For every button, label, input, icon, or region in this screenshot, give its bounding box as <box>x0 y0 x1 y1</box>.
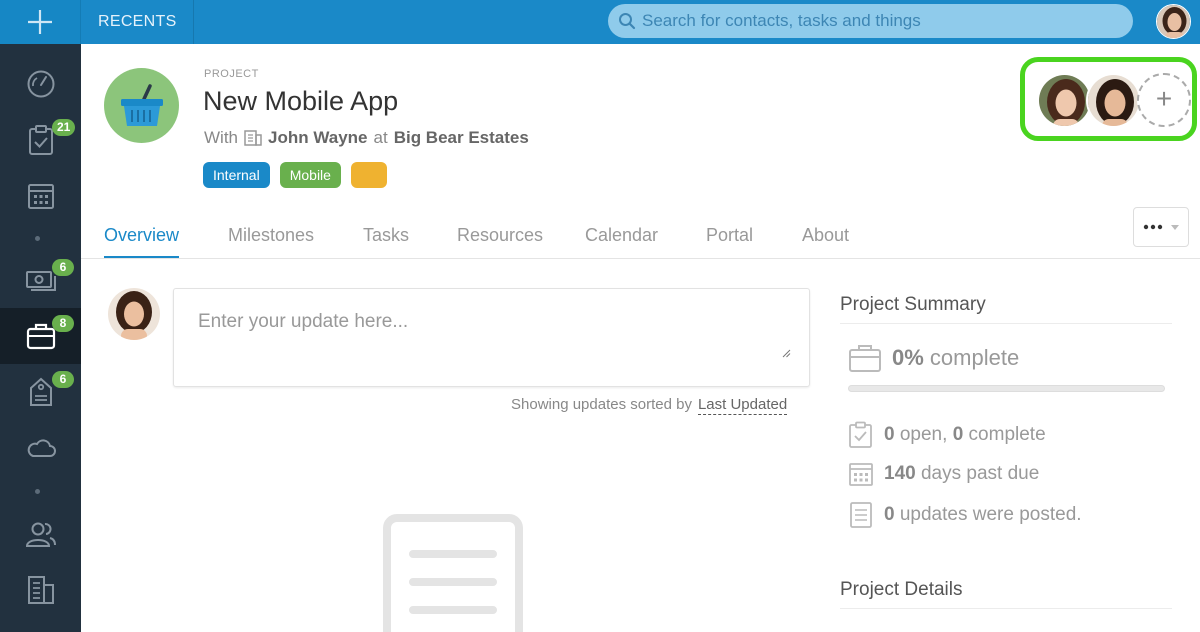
followers-group: + <box>1020 57 1197 141</box>
clipboard-check-icon <box>28 125 53 155</box>
due-stats: 140 days past due <box>848 461 1039 487</box>
basket-icon <box>120 83 163 126</box>
sort-dropdown[interactable]: Last Updated <box>697 396 788 415</box>
days-label: days past due <box>920 463 1040 484</box>
updates-count: 0 <box>884 504 895 525</box>
projects-badge: 8 <box>52 315 74 332</box>
people-icon <box>25 522 56 547</box>
gauge-icon <box>27 70 54 98</box>
search-input[interactable] <box>642 11 1122 31</box>
ellipsis-icon <box>1143 224 1163 230</box>
search-bar[interactable] <box>608 4 1133 38</box>
follower-photo <box>1088 75 1139 126</box>
current-user-avatar <box>108 288 160 340</box>
tab-resources[interactable]: Resources <box>457 225 543 256</box>
cloud-icon <box>27 439 56 457</box>
document-icon <box>850 502 872 528</box>
main-content: PROJECT New Mobile App With John Wayne a… <box>81 44 1200 632</box>
sidebar-item-contacts[interactable] <box>0 506 81 562</box>
tag-list: Internal Mobile <box>203 162 387 188</box>
tab-calendar[interactable]: Calendar <box>585 225 658 256</box>
plus-icon <box>28 10 52 34</box>
briefcase-icon <box>849 345 881 372</box>
sidebar-item-cloud[interactable] <box>0 420 81 476</box>
updates-label: updates were posted. <box>899 504 1082 525</box>
contact-card-icon <box>244 130 262 146</box>
completion-percent: 0% <box>892 345 924 370</box>
project-type-label: PROJECT <box>204 68 259 80</box>
task-stats: 0 open, 0 complete <box>848 421 1046 449</box>
caret-down-icon <box>1171 224 1179 230</box>
tab-portal[interactable]: Portal <box>706 225 753 256</box>
tab-milestones[interactable]: Milestones <box>228 225 314 256</box>
sidebar: 21 6 8 6 <box>0 44 81 632</box>
contact-link[interactable]: John Wayne <box>268 128 368 148</box>
user-photo <box>1157 5 1190 38</box>
follower-photo <box>1039 75 1090 126</box>
calendar-icon <box>27 184 54 209</box>
with-label: With <box>204 128 238 147</box>
tag-icon <box>29 377 52 406</box>
more-actions-button[interactable] <box>1133 207 1189 247</box>
project-details-heading: Project Details <box>840 579 963 600</box>
briefcase-icon <box>26 323 55 350</box>
recents-menu[interactable]: RECENTS <box>82 0 194 44</box>
top-bar: RECENTS <box>0 0 1200 44</box>
update-input[interactable] <box>174 289 809 386</box>
tag-unnamed[interactable] <box>350 162 387 188</box>
project-relations: With John Wayne at Big Bear Estates <box>204 128 529 148</box>
sidebar-item-tasks[interactable]: 21 <box>0 112 81 168</box>
opportunities-badge: 6 <box>52 259 74 276</box>
tab-bar: Overview Milestones Tasks Resources Cale… <box>81 209 1200 259</box>
empty-document-icon <box>383 514 523 632</box>
open-count: 0 <box>884 424 895 445</box>
completion-label: complete <box>929 345 1020 370</box>
tasks-badge: 21 <box>52 119 76 136</box>
follower-avatar[interactable] <box>1086 73 1141 128</box>
user-avatar[interactable] <box>1156 4 1191 39</box>
project-icon <box>104 68 179 143</box>
complete-label: complete <box>968 424 1046 445</box>
completion-status: 0% complete <box>848 343 1019 373</box>
sidebar-separator <box>35 489 40 494</box>
resize-grip-icon[interactable] <box>782 349 791 358</box>
progress-bar <box>848 385 1165 392</box>
complete-count: 0 <box>952 424 964 445</box>
tab-about[interactable]: About <box>802 225 849 256</box>
tag-mobile[interactable]: Mobile <box>279 162 341 188</box>
at-label: at <box>373 128 388 147</box>
sidebar-item-calendar[interactable] <box>0 168 81 224</box>
sidebar-item-projects[interactable]: 8 <box>0 308 81 364</box>
tag-internal[interactable]: Internal <box>203 162 270 188</box>
clipboard-check-icon <box>849 421 872 448</box>
tab-overview[interactable]: Overview <box>104 225 180 258</box>
search-icon <box>619 13 636 30</box>
page-title: New Mobile App <box>203 86 399 116</box>
divider <box>840 608 1172 609</box>
current-user-photo <box>108 288 160 340</box>
days-count: 140 <box>884 463 916 484</box>
open-label: open, <box>899 424 948 445</box>
building-icon <box>27 576 54 604</box>
calendar-icon <box>849 463 873 486</box>
update-stats: 0 updates were posted. <box>848 501 1082 529</box>
money-icon <box>25 271 56 291</box>
follower-avatar[interactable] <box>1037 73 1092 128</box>
sidebar-item-dashboard[interactable] <box>0 56 81 112</box>
sidebar-separator <box>35 236 40 241</box>
cases-badge: 6 <box>52 371 74 388</box>
sidebar-item-organizations[interactable] <box>0 562 81 618</box>
sort-label: Showing updates sorted by <box>511 396 692 413</box>
tab-tasks[interactable]: Tasks <box>363 225 409 256</box>
sidebar-item-cases[interactable]: 6 <box>0 364 81 420</box>
add-button[interactable] <box>0 0 81 44</box>
add-follower-button[interactable]: + <box>1137 73 1191 127</box>
sort-indicator: Showing updates sorted by Last Updated <box>511 396 788 415</box>
update-composer <box>173 288 810 387</box>
project-summary-heading: Project Summary <box>840 294 986 315</box>
sidebar-item-opportunities[interactable]: 6 <box>0 252 81 308</box>
organization-link[interactable]: Big Bear Estates <box>394 128 529 148</box>
divider <box>840 323 1172 324</box>
